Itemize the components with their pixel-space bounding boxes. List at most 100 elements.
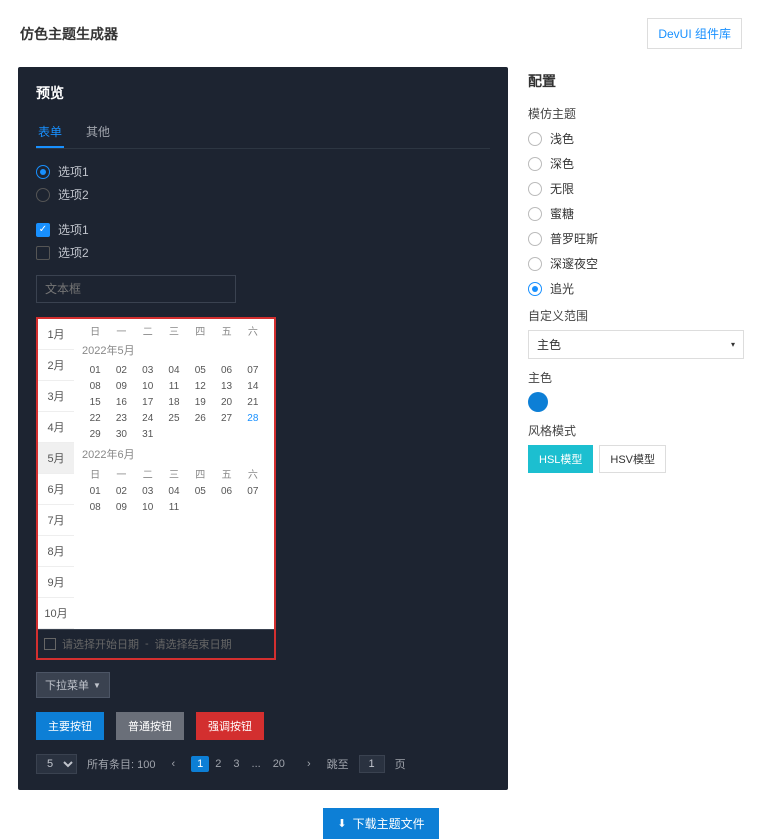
radio-option1[interactable]: [36, 165, 50, 179]
calendar-day[interactable]: 01: [82, 362, 108, 378]
calendar-day[interactable]: 01: [82, 483, 108, 499]
pager-next[interactable]: ›: [301, 756, 317, 772]
calendar-day[interactable]: 26: [187, 410, 213, 426]
calendar-day[interactable]: 25: [161, 410, 187, 426]
calendar-day[interactable]: 18: [161, 394, 187, 410]
theme-radio-label: 浅色: [550, 130, 574, 147]
tab-form[interactable]: 表单: [36, 117, 64, 148]
theme-radio[interactable]: 深邃夜空: [528, 255, 744, 272]
theme-radio[interactable]: 追光: [528, 280, 744, 297]
hsl-mode-button[interactable]: HSL模型: [528, 445, 593, 473]
calendar-day[interactable]: 19: [187, 394, 213, 410]
calendar-day[interactable]: 09: [108, 378, 134, 394]
page-number[interactable]: ...: [246, 756, 267, 772]
dow-label: 二: [135, 323, 161, 338]
calendar-day[interactable]: 30: [108, 426, 134, 442]
datepicker-month-item[interactable]: 5月: [38, 443, 74, 474]
radio-option2[interactable]: [36, 188, 50, 202]
hsv-mode-button[interactable]: HSV模型: [599, 445, 666, 473]
custom-range-label: 自定义范围: [528, 307, 744, 324]
devui-library-button[interactable]: DevUI 组件库: [647, 18, 742, 49]
datepicker-month-item[interactable]: 4月: [38, 412, 74, 443]
calendar-day[interactable]: 20: [213, 394, 239, 410]
config-title: 配置: [528, 71, 744, 91]
calendar-day[interactable]: 08: [82, 378, 108, 394]
dropdown-menu[interactable]: 下拉菜单▼: [36, 672, 110, 698]
theme-radio[interactable]: 无限: [528, 180, 744, 197]
theme-radio[interactable]: 浅色: [528, 130, 744, 147]
datepicker-month-item[interactable]: 6月: [38, 474, 74, 505]
datepicker-caption-may: 2022年5月: [82, 342, 266, 358]
custom-range-select[interactable]: 主色▾: [528, 330, 744, 359]
calendar-day[interactable]: 21: [240, 394, 266, 410]
checkbox-option2[interactable]: [36, 246, 50, 260]
calendar-day[interactable]: 04: [161, 483, 187, 499]
calendar-day[interactable]: 27: [213, 410, 239, 426]
page-number[interactable]: 1: [191, 756, 209, 772]
datepicker-month-item[interactable]: 2月: [38, 350, 74, 381]
checkbox-option1[interactable]: [36, 223, 50, 237]
theme-radio[interactable]: 蜜糖: [528, 205, 744, 222]
datepicker-range-input[interactable]: 请选择开始日期 - 请选择结束日期: [38, 629, 274, 658]
danger-button[interactable]: 强调按钮: [196, 712, 264, 740]
datepicker-month-item[interactable]: 1月: [38, 319, 74, 350]
datepicker-month-item[interactable]: 7月: [38, 505, 74, 536]
checkbox-option1-label: 选项1: [58, 221, 89, 238]
calendar-day[interactable]: 03: [135, 362, 161, 378]
calendar-day[interactable]: 10: [135, 378, 161, 394]
calendar-day[interactable]: 15: [82, 394, 108, 410]
calendar-day[interactable]: 16: [108, 394, 134, 410]
page-number[interactable]: 2: [209, 756, 227, 772]
calendar-day[interactable]: 10: [135, 499, 161, 515]
calendar-day[interactable]: 07: [240, 483, 266, 499]
color-swatch[interactable]: [528, 392, 548, 412]
calendar-day[interactable]: 03: [135, 483, 161, 499]
page-number[interactable]: 3: [227, 756, 245, 772]
default-button[interactable]: 普通按钮: [116, 712, 184, 740]
calendar-day[interactable]: 31: [135, 426, 161, 442]
datepicker-month-item[interactable]: 9月: [38, 567, 74, 598]
page-number[interactable]: 20: [267, 756, 291, 772]
pager-prev[interactable]: ‹: [165, 756, 181, 772]
tab-other[interactable]: 其他: [84, 117, 112, 148]
calendar-day[interactable]: 05: [187, 483, 213, 499]
calendar-day[interactable]: 06: [213, 362, 239, 378]
radio-option2-label: 选项2: [58, 186, 89, 203]
calendar-day[interactable]: 22: [82, 410, 108, 426]
calendar-day[interactable]: 05: [187, 362, 213, 378]
datepicker-month-item[interactable]: 3月: [38, 381, 74, 412]
date-range-separator: -: [145, 638, 149, 650]
primary-button[interactable]: 主要按钮: [36, 712, 104, 740]
theme-radio[interactable]: 普罗旺斯: [528, 230, 744, 247]
calendar-day[interactable]: 24: [135, 410, 161, 426]
calendar-day[interactable]: 23: [108, 410, 134, 426]
jump-input[interactable]: [359, 755, 385, 773]
datepicker-month-item[interactable]: 10月: [38, 598, 74, 629]
datepicker-month-item[interactable]: 8月: [38, 536, 74, 567]
calendar-day[interactable]: 14: [240, 378, 266, 394]
theme-radio-label: 无限: [550, 180, 574, 197]
calendar-day[interactable]: 12: [187, 378, 213, 394]
calendar-day[interactable]: 17: [135, 394, 161, 410]
calendar-day[interactable]: 06: [213, 483, 239, 499]
calendar-day[interactable]: 11: [161, 378, 187, 394]
calendar-day[interactable]: 29: [82, 426, 108, 442]
theme-radio-label: 深色: [550, 155, 574, 172]
calendar-day[interactable]: 02: [108, 483, 134, 499]
calendar-day[interactable]: 13: [213, 378, 239, 394]
page-size-select[interactable]: 5: [36, 754, 77, 774]
datepicker-days-may: 01020304050607 08091011121314 151617181920…: [82, 362, 266, 442]
calendar-day[interactable]: 08: [82, 499, 108, 515]
radio-option1-label: 选项1: [58, 163, 89, 180]
date-start-placeholder: 请选择开始日期: [62, 636, 139, 652]
calendar-day[interactable]: 04: [161, 362, 187, 378]
text-input[interactable]: [36, 275, 236, 303]
calendar-day[interactable]: 07: [240, 362, 266, 378]
download-theme-button[interactable]: ⬇ 下载主题文件: [323, 808, 438, 839]
calendar-day[interactable]: 11: [161, 499, 187, 515]
calendar-day[interactable]: 09: [108, 499, 134, 515]
theme-radio[interactable]: 深色: [528, 155, 744, 172]
calendar-day[interactable]: 02: [108, 362, 134, 378]
calendar-day[interactable]: 28: [240, 410, 266, 426]
page-unit: 页: [395, 756, 406, 772]
